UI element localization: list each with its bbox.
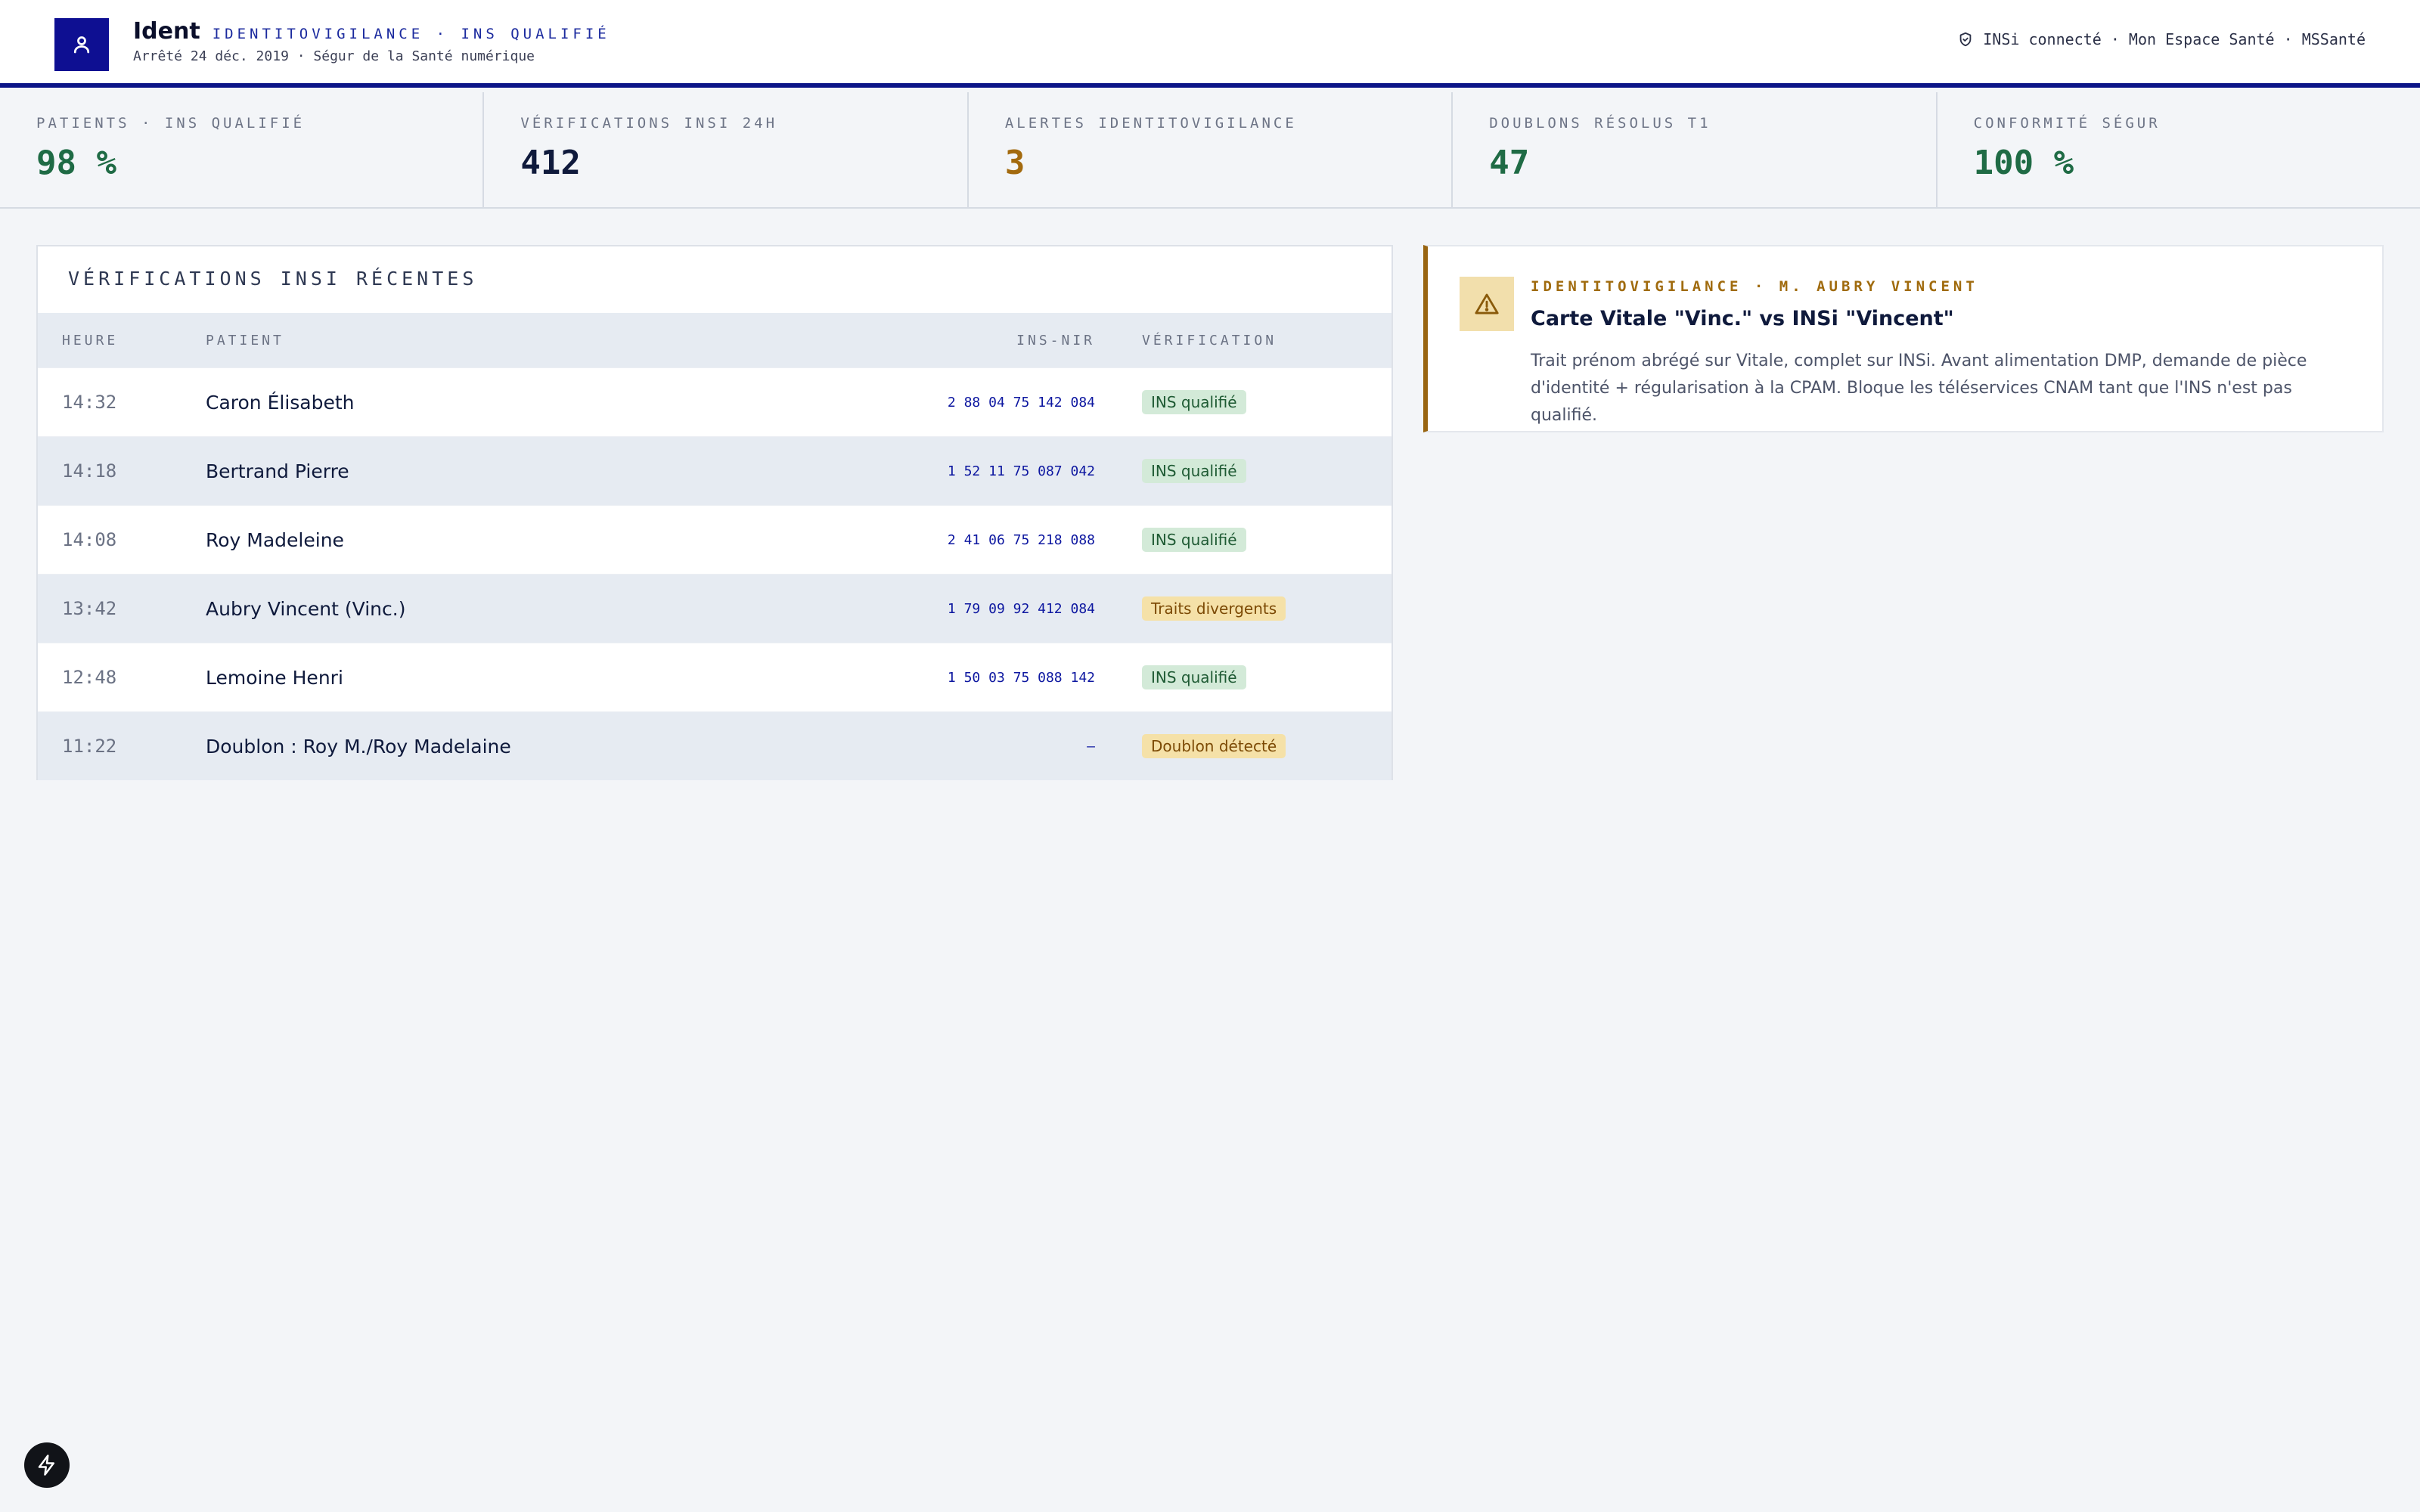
- kpi-label: DOUBLONS RÉSOLUS T1: [1489, 115, 1711, 132]
- row-patient: Doublon : Roy M./Roy Madelaine: [206, 735, 511, 758]
- alert-body-line: Trait prénom abrégé sur Vitale, complet …: [1531, 352, 2307, 370]
- table-row[interactable]: 14:32 Caron Élisabeth 2 88 04 75 142 084…: [38, 367, 1392, 436]
- row-patient: Lemoine Henri: [206, 666, 343, 689]
- table-row[interactable]: 11:22 Doublon : Roy M./Roy Madelaine – D…: [38, 711, 1392, 780]
- user-icon: [73, 36, 90, 54]
- status-badge: Traits divergents: [1142, 596, 1286, 621]
- status-badge: INS qualifié: [1142, 665, 1246, 689]
- column-header-time[interactable]: HEURE: [38, 333, 206, 349]
- kpi-duplicates-resolved: DOUBLONS RÉSOLUS T1 47: [1453, 92, 1938, 207]
- connection-status: INSi connecté · Mon Espace Santé · MSSan…: [1957, 30, 2366, 48]
- table-row[interactable]: 13:42 Aubry Vincent (Vinc.) 1 79 09 92 4…: [38, 574, 1392, 643]
- row-patient: Bertrand Pierre: [206, 460, 349, 482]
- brand-tagline: IDENTITOVIGILANCE · INS QUALIFIÉ: [212, 26, 610, 42]
- kpi-value: 98 %: [36, 144, 116, 182]
- kpi-alerts: ALERTES IDENTITOVIGILANCE 3: [969, 92, 1454, 207]
- kpi-value: 412: [520, 144, 581, 182]
- kpi-label: ALERTES IDENTITOVIGILANCE: [1004, 115, 1297, 132]
- brand: Ident IDENTITOVIGILANCE · INS QUALIFIÉ: [133, 18, 610, 45]
- row-time: 14:08: [62, 529, 117, 550]
- status-badge: INS qualifié: [1142, 390, 1246, 414]
- app-logo[interactable]: [54, 18, 109, 71]
- row-time: 13:42: [62, 598, 117, 619]
- warning-triangle-icon: [1460, 277, 1514, 331]
- column-header-patient[interactable]: PATIENT: [206, 333, 667, 349]
- kpi-value: 47: [1489, 144, 1530, 182]
- row-time: 12:48: [62, 667, 117, 688]
- alert-title: Carte Vitale "Vinc." vs INSi "Vincent": [1531, 307, 1954, 330]
- connection-status-text: INSi connecté · Mon Espace Santé · MSSan…: [1983, 30, 2366, 48]
- row-ins-nir: 1 52 11 75 087 042: [947, 463, 1095, 479]
- app-header: Ident IDENTITOVIGILANCE · INS QUALIFIÉ A…: [0, 0, 2420, 88]
- quick-action-button[interactable]: [24, 1442, 70, 1488]
- row-ins-nir: 1 79 09 92 412 084: [947, 600, 1095, 617]
- kpi-label: VÉRIFICATIONS INSI 24H: [520, 115, 778, 132]
- bolt-icon: [38, 1455, 54, 1476]
- row-time: 14:18: [62, 460, 117, 482]
- kpi-segur-compliance: CONFORMITÉ SÉGUR 100 %: [1938, 92, 2420, 207]
- kpi-strip: PATIENTS · INS QUALIFIÉ 98 % VÉRIFICATIO…: [0, 92, 2420, 209]
- alert-kicker: IDENTITOVIGILANCE · M. AUBRY VINCENT: [1531, 278, 1978, 295]
- panel-title: VÉRIFICATIONS INSI RÉCENTES: [68, 268, 478, 290]
- kpi-label: PATIENTS · INS QUALIFIÉ: [36, 115, 306, 132]
- kpi-value: 3: [1004, 144, 1025, 182]
- alert-body-line: d'identité + régularisation à la CPAM. B…: [1531, 379, 2292, 425]
- kpi-label: CONFORMITÉ SÉGUR: [1973, 115, 2161, 132]
- identity-alert-card[interactable]: IDENTITOVIGILANCE · M. AUBRY VINCENT Car…: [1423, 245, 2384, 432]
- column-header-ins-nir[interactable]: INS-NIR: [667, 333, 1095, 349]
- table-row[interactable]: 14:08 Roy Madeleine 2 41 06 75 218 088 I…: [38, 505, 1392, 574]
- table-row[interactable]: 12:48 Lemoine Henri 1 50 03 75 088 142 I…: [38, 643, 1392, 711]
- status-badge: Doublon détecté: [1142, 734, 1286, 758]
- row-ins-nir: 2 41 06 75 218 088: [947, 531, 1095, 548]
- kpi-ins-qualified: PATIENTS · INS QUALIFIÉ 98 %: [0, 92, 485, 207]
- table-header: HEURE PATIENT INS-NIR VÉRIFICATION: [38, 313, 1392, 367]
- row-patient: Roy Madeleine: [206, 528, 344, 551]
- brand-subtitle: Arrêté 24 déc. 2019 · Ségur de la Santé …: [133, 48, 535, 64]
- kpi-value: 100 %: [1973, 144, 2074, 182]
- row-time: 14:32: [62, 392, 117, 413]
- status-badge: INS qualifié: [1142, 528, 1246, 552]
- row-ins-nir: –: [1087, 738, 1095, 754]
- shield-check-icon: [1957, 31, 1974, 48]
- row-patient: Caron Élisabeth: [206, 391, 355, 414]
- table-row[interactable]: 14:18 Bertrand Pierre 1 52 11 75 087 042…: [38, 436, 1392, 505]
- row-ins-nir: 1 50 03 75 088 142: [947, 669, 1095, 686]
- status-badge: INS qualifié: [1142, 459, 1246, 483]
- alert-body: Trait prénom abrégé sur Vitale, complet …: [1531, 348, 2363, 429]
- row-ins-nir: 2 88 04 75 142 084: [947, 394, 1095, 411]
- brand-name: Ident: [133, 18, 200, 45]
- insi-verifications-panel: VÉRIFICATIONS INSI RÉCENTES HEURE PATIEN…: [36, 245, 1393, 780]
- row-patient: Aubry Vincent (Vinc.): [206, 597, 406, 620]
- column-header-verification[interactable]: VÉRIFICATION: [1095, 333, 1277, 349]
- kpi-insi-verifications: VÉRIFICATIONS INSI 24H 412: [484, 92, 969, 207]
- row-time: 11:22: [62, 736, 117, 757]
